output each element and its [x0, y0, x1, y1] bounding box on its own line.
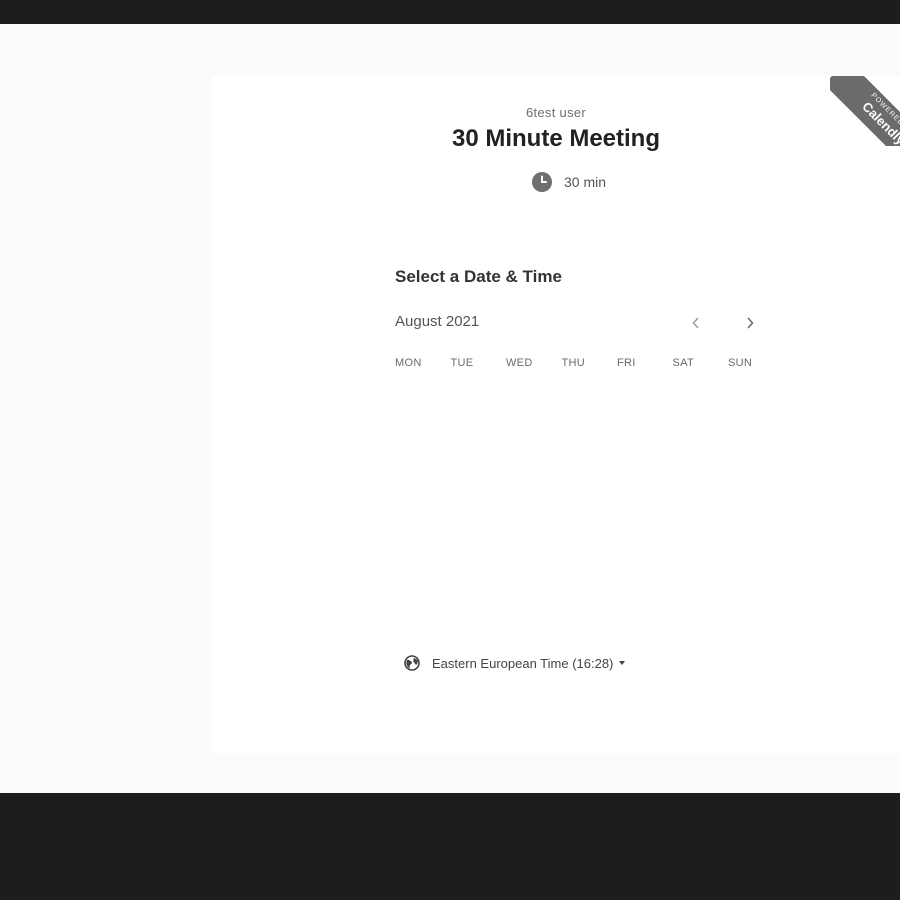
globe-icon — [404, 655, 420, 671]
weekday-label: TUE — [450, 357, 474, 369]
month-navigation: August 2021 — [395, 313, 760, 333]
weekday-label: FRI — [617, 357, 636, 369]
host-name: 6test user — [525, 105, 587, 120]
bottom-frame-area — [0, 793, 900, 900]
weekday-label: SUN — [728, 357, 753, 369]
weekday-header: MON TUE WED THU FRI SAT SUN — [395, 357, 784, 369]
caret-down-icon — [619, 661, 626, 665]
section-title: Select a Date & Time — [395, 267, 562, 286]
booking-card: POWERED BY Calendly 6test user 30 Minute… — [212, 76, 900, 754]
timezone-label: Eastern European Time (16:28) — [432, 655, 614, 671]
weekday-label: MON — [395, 357, 422, 369]
timezone-selector[interactable]: Eastern European Time (16:28) — [404, 654, 626, 672]
weekday-label: THU — [561, 357, 586, 369]
chevron-right-icon — [747, 317, 754, 329]
chevron-left-icon — [692, 317, 699, 329]
weekday-label: SAT — [672, 357, 694, 369]
next-month-button[interactable] — [740, 313, 760, 333]
duration-label: 30 min — [564, 174, 607, 190]
month-label: August 2021 — [395, 313, 480, 330]
weekday-label: WED — [506, 357, 533, 369]
previous-month-button[interactable] — [686, 313, 706, 333]
clock-icon — [532, 172, 552, 192]
top-frame-bar — [0, 0, 900, 24]
event-title: 30 Minute Meeting — [451, 125, 661, 152]
event-duration: 30 min — [532, 172, 606, 192]
